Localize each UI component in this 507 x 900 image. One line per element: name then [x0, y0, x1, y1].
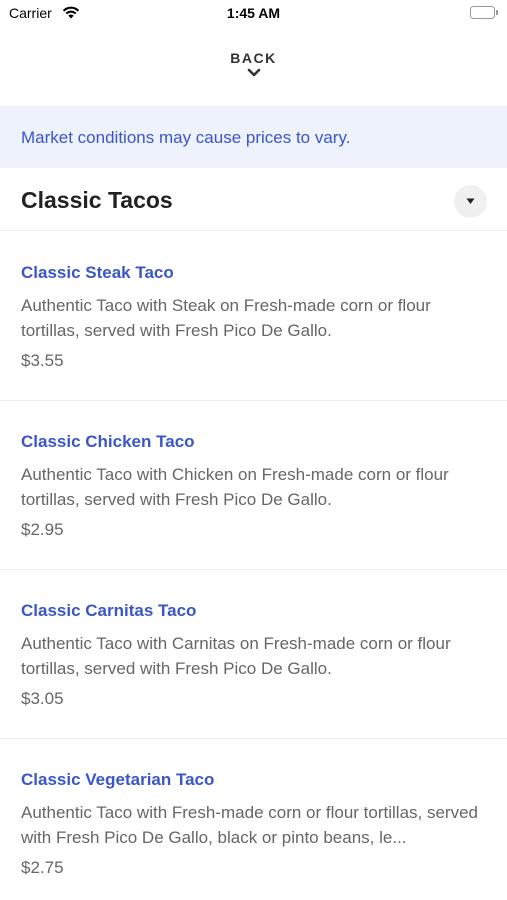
- caret-down-icon: [466, 198, 475, 204]
- item-description: Authentic Taco with Chicken on Fresh-mad…: [21, 465, 449, 509]
- menu-item-chicken-taco[interactable]: Classic Chicken Taco Authentic Taco with…: [0, 401, 507, 570]
- category-toggle-button[interactable]: [454, 185, 487, 218]
- category-header: Classic Tacos: [0, 168, 507, 231]
- item-name[interactable]: Classic Vegetarian Taco: [21, 770, 214, 790]
- menu-item-vegetarian-taco[interactable]: Classic Vegetarian Taco Authentic Taco w…: [0, 739, 507, 900]
- menu-item-carnitas-taco[interactable]: Classic Carnitas Taco Authentic Taco wit…: [0, 570, 507, 739]
- item-price: $2.95: [21, 520, 64, 539]
- item-name[interactable]: Classic Carnitas Taco: [21, 601, 196, 621]
- item-price: $3.55: [21, 351, 64, 370]
- item-price: $3.05: [21, 689, 64, 708]
- item-price: $2.75: [21, 858, 64, 877]
- category-title: Classic Tacos: [21, 187, 173, 213]
- item-description: Authentic Taco with Carnitas on Fresh-ma…: [21, 634, 451, 678]
- status-time: 1:45 AM: [226, 5, 281, 21]
- chevron-down-icon: [247, 68, 260, 77]
- back-label: BACK: [230, 50, 277, 66]
- price-notice-banner: Market conditions may cause prices to va…: [0, 106, 507, 168]
- item-name[interactable]: Classic Steak Taco: [21, 263, 174, 283]
- item-description: Authentic Taco with Steak on Fresh-made …: [21, 296, 431, 340]
- price-notice-text: Market conditions may cause prices to va…: [21, 128, 351, 147]
- back-button[interactable]: BACK: [0, 50, 507, 78]
- battery-icon: [470, 6, 498, 19]
- item-name[interactable]: Classic Chicken Taco: [21, 432, 195, 452]
- item-description: Authentic Taco with Fresh-made corn or f…: [21, 803, 478, 847]
- status-bar: Carrier 1:45 AM: [0, 0, 507, 28]
- menu-item-steak-taco[interactable]: Classic Steak Taco Authentic Taco with S…: [0, 232, 507, 401]
